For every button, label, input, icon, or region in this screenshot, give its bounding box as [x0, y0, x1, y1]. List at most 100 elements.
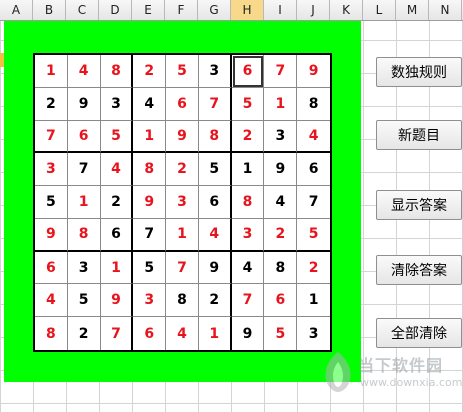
- sudoku-cell-r5c3[interactable]: 2: [100, 186, 134, 219]
- sudoku-cell-r4c3[interactable]: 4: [100, 153, 134, 187]
- sudoku-cell-r7c9[interactable]: 2: [297, 252, 330, 285]
- sudoku-cell-r4c7[interactable]: 1: [231, 153, 265, 187]
- sudoku-cell-r3c2[interactable]: 6: [67, 120, 101, 154]
- sudoku-cell-r1c2[interactable]: 4: [67, 55, 101, 88]
- sudoku-cell-r9c9[interactable]: 3: [297, 317, 330, 350]
- column-header-e[interactable]: E: [132, 0, 165, 20]
- sudoku-cell-r6c5[interactable]: 1: [166, 218, 199, 252]
- sudoku-cell-r3c5[interactable]: 9: [166, 120, 199, 154]
- sudoku-cell-r7c3[interactable]: 1: [100, 251, 134, 285]
- sudoku-cell-r4c1[interactable]: 3: [35, 153, 68, 187]
- sudoku-cell-r5c1[interactable]: 5: [35, 186, 68, 219]
- sudoku-cell-r2c9[interactable]: 8: [297, 88, 330, 121]
- column-header-j[interactable]: J: [297, 0, 330, 20]
- sudoku-cell-r3c7[interactable]: 2: [231, 120, 265, 154]
- sudoku-cell-r8c9[interactable]: 1: [297, 284, 330, 318]
- sudoku-cell-r2c5[interactable]: 6: [166, 87, 199, 121]
- new-puzzle-button[interactable]: 新题目: [376, 120, 462, 150]
- sudoku-cell-r5c6[interactable]: 6: [198, 186, 232, 219]
- column-header-a[interactable]: A: [0, 0, 33, 20]
- column-header-k[interactable]: K: [330, 0, 363, 20]
- sudoku-cell-r2c2[interactable]: 9: [67, 87, 101, 121]
- column-header-i[interactable]: I: [264, 0, 297, 20]
- sudoku-cell-r4c2[interactable]: 7: [67, 153, 101, 187]
- sudoku-cell-r5c2[interactable]: 1: [67, 186, 101, 219]
- column-header-g[interactable]: G: [198, 0, 231, 20]
- sudoku-cell-r3c9[interactable]: 4: [297, 121, 330, 154]
- sudoku-cell-r7c6[interactable]: 9: [198, 251, 232, 285]
- sudoku-cell-r6c3[interactable]: 6: [100, 218, 134, 252]
- sudoku-cell-r3c3[interactable]: 5: [100, 120, 134, 154]
- sudoku-cell-r4c9[interactable]: 6: [297, 153, 330, 187]
- sudoku-cell-r3c1[interactable]: 7: [35, 120, 68, 154]
- column-header-b[interactable]: B: [33, 0, 66, 20]
- sudoku-cell-r9c3[interactable]: 7: [101, 317, 134, 350]
- sudoku-cell-r5c4[interactable]: 9: [133, 186, 167, 219]
- rules-button[interactable]: 数独规则: [376, 57, 462, 87]
- sudoku-cell-r6c7[interactable]: 3: [231, 218, 265, 252]
- column-header-c[interactable]: C: [66, 0, 99, 20]
- sudoku-cell-r1c4[interactable]: 2: [133, 55, 167, 88]
- sudoku-cell-r2c1[interactable]: 2: [35, 87, 68, 121]
- sudoku-cell-r1c8[interactable]: 7: [264, 55, 298, 88]
- column-header-f[interactable]: F: [165, 0, 198, 20]
- sudoku-cell-r1c9[interactable]: 9: [297, 55, 330, 88]
- sudoku-cell-r7c8[interactable]: 8: [264, 251, 298, 285]
- sudoku-cell-r1c6[interactable]: 3: [198, 55, 232, 88]
- sudoku-cell-r5c5[interactable]: 3: [166, 186, 199, 219]
- sudoku-cell-r7c2[interactable]: 3: [67, 251, 101, 285]
- column-header-h[interactable]: H: [231, 0, 264, 20]
- sudoku-cell-r6c2[interactable]: 8: [67, 218, 101, 252]
- sudoku-cell-r1c7[interactable]: 6: [231, 55, 265, 88]
- column-header-n[interactable]: N: [429, 0, 462, 20]
- sudoku-cell-r5c8[interactable]: 4: [264, 186, 298, 219]
- sudoku-cell-r8c3[interactable]: 9: [100, 284, 134, 318]
- sudoku-cell-r8c5[interactable]: 8: [166, 284, 199, 318]
- column-header-l[interactable]: L: [363, 0, 396, 20]
- sudoku-cell-r7c1[interactable]: 6: [35, 251, 68, 285]
- column-header-d[interactable]: D: [99, 0, 132, 20]
- clear-answer-button[interactable]: 清除答案: [376, 255, 462, 285]
- sudoku-cell-r2c7[interactable]: 5: [231, 87, 265, 121]
- sudoku-cell-r9c2[interactable]: 2: [68, 317, 101, 350]
- sudoku-cell-r8c4[interactable]: 3: [133, 284, 167, 318]
- show-answer-button[interactable]: 显示答案: [376, 190, 462, 220]
- sudoku-cell-r6c1[interactable]: 9: [35, 218, 68, 252]
- sudoku-cell-r5c7[interactable]: 8: [231, 186, 265, 219]
- sudoku-cell-r1c3[interactable]: 8: [100, 55, 134, 88]
- sudoku-cell-r1c5[interactable]: 5: [166, 55, 199, 88]
- sudoku-cell-r1c1[interactable]: 1: [35, 55, 68, 88]
- sudoku-cell-r4c8[interactable]: 9: [264, 153, 298, 187]
- sudoku-cell-r8c6[interactable]: 2: [198, 284, 232, 318]
- sudoku-cell-r3c6[interactable]: 8: [198, 120, 232, 154]
- sudoku-cell-r6c9[interactable]: 5: [297, 219, 330, 252]
- sudoku-cell-r2c8[interactable]: 1: [264, 87, 298, 121]
- sudoku-cell-r7c5[interactable]: 7: [166, 251, 199, 285]
- sudoku-cell-r6c4[interactable]: 7: [133, 218, 167, 252]
- sudoku-cell-r8c2[interactable]: 5: [67, 284, 101, 318]
- sudoku-cell-r2c3[interactable]: 3: [100, 87, 134, 121]
- sudoku-cell-r2c6[interactable]: 7: [198, 87, 232, 121]
- sudoku-cell-r3c8[interactable]: 3: [264, 120, 298, 154]
- sudoku-cell-r7c4[interactable]: 5: [133, 251, 167, 285]
- sudoku-cell-r5c9[interactable]: 7: [297, 186, 330, 219]
- sudoku-cell-r4c4[interactable]: 8: [133, 153, 167, 187]
- sudoku-cell-r8c7[interactable]: 7: [231, 284, 265, 318]
- sudoku-cell-r9c4[interactable]: 6: [133, 317, 167, 350]
- sudoku-cell-r9c6[interactable]: 1: [199, 317, 232, 350]
- sudoku-cell-r7c7[interactable]: 4: [231, 251, 265, 285]
- sudoku-cell-r8c1[interactable]: 4: [35, 284, 68, 318]
- sudoku-cell-r3c4[interactable]: 1: [133, 120, 167, 154]
- sudoku-cell-r9c1[interactable]: 8: [35, 317, 68, 350]
- sudoku-cell-r9c7[interactable]: 9: [232, 317, 265, 350]
- sudoku-cell-r2c4[interactable]: 4: [133, 87, 167, 121]
- clear-all-button[interactable]: 全部清除: [376, 318, 462, 348]
- column-header-m[interactable]: M: [396, 0, 429, 20]
- sudoku-cell-r8c8[interactable]: 6: [264, 284, 298, 318]
- sudoku-cell-r4c5[interactable]: 2: [166, 153, 199, 187]
- sudoku-cell-r6c8[interactable]: 2: [264, 218, 298, 252]
- sudoku-cell-r6c6[interactable]: 4: [198, 218, 232, 252]
- sudoku-cell-r9c5[interactable]: 4: [166, 317, 199, 350]
- sudoku-cell-r4c6[interactable]: 5: [198, 153, 232, 187]
- sudoku-cell-r9c8[interactable]: 5: [264, 317, 298, 350]
